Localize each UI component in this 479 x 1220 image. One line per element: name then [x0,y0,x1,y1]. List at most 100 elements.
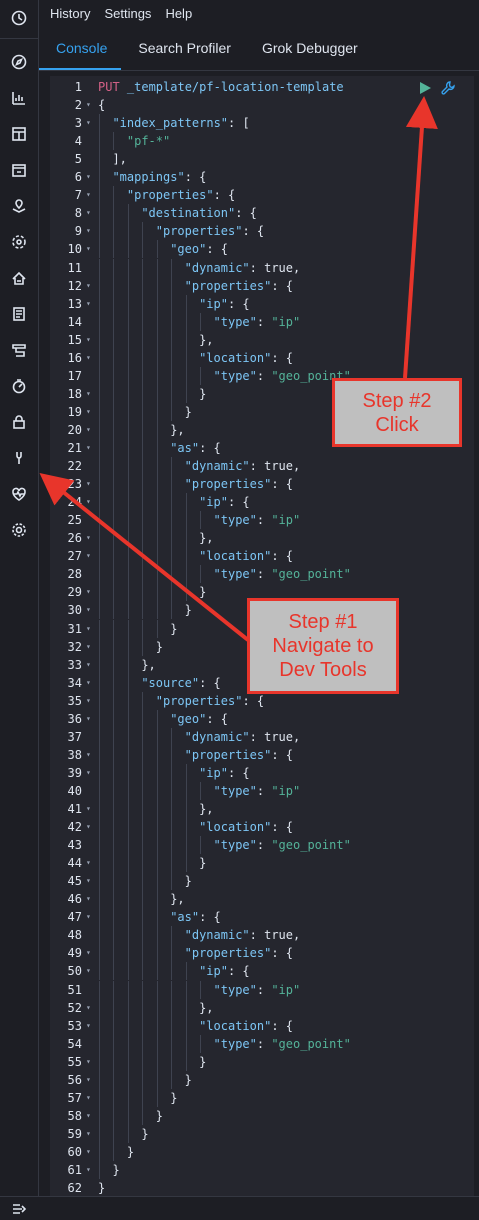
dev-tools-icon[interactable] [9,448,29,468]
uptime-icon[interactable] [9,376,29,396]
tab-console[interactable]: Console [39,30,122,70]
code-line[interactable]: "ip": { [199,962,250,980]
ml-icon[interactable] [9,232,29,252]
code-line[interactable]: }, [170,421,184,439]
fold-toggle-icon[interactable]: ▾ [86,277,94,295]
code-line[interactable]: }, [141,656,155,674]
fold-toggle-icon[interactable]: ▾ [86,493,94,511]
help-link[interactable]: Help [165,6,192,24]
code-line[interactable]: } [185,872,192,890]
fold-toggle-icon[interactable]: ▾ [86,1161,94,1179]
code-line[interactable]: "ip": { [199,493,250,511]
wrench-icon[interactable] [440,80,456,96]
visualize-icon[interactable] [9,88,29,108]
fold-toggle-icon[interactable]: ▾ [86,1107,94,1125]
code-line[interactable]: "as": { [170,908,221,926]
fold-toggle-icon[interactable]: ▾ [86,1053,94,1071]
code-line[interactable]: "mappings": { [112,168,206,186]
fold-toggle-icon[interactable]: ▾ [86,96,94,114]
fold-toggle-icon[interactable]: ▾ [86,114,94,132]
fold-toggle-icon[interactable]: ▾ [86,746,94,764]
code-line[interactable]: }, [199,800,213,818]
code-line[interactable]: }, [170,890,184,908]
history-link[interactable]: History [50,6,90,24]
discover-icon[interactable] [9,52,29,72]
code-line[interactable]: } [127,1143,134,1161]
recent-items[interactable] [0,0,38,39]
fold-toggle-icon[interactable]: ▾ [86,1089,94,1107]
clock-icon[interactable] [9,8,29,28]
code-line[interactable]: "type": "ip" [214,511,301,529]
fold-toggle-icon[interactable]: ▾ [86,439,94,457]
code-line[interactable]: "dynamic": true, [185,259,301,277]
code-line[interactable]: } [199,1053,206,1071]
fold-toggle-icon[interactable]: ▾ [86,800,94,818]
code-line[interactable]: } [112,1161,119,1179]
code-line[interactable]: }, [199,999,213,1017]
code-line[interactable]: "location": { [199,547,293,565]
fold-toggle-icon[interactable]: ▾ [86,186,94,204]
code-line[interactable]: "properties": { [185,944,293,962]
code-line[interactable]: "type": "ip" [214,782,301,800]
code-line[interactable]: ], [112,150,126,168]
fold-toggle-icon[interactable]: ▾ [86,818,94,836]
code-line[interactable]: "location": { [199,349,293,367]
fold-toggle-icon[interactable]: ▾ [86,656,94,674]
fold-toggle-icon[interactable]: ▾ [86,222,94,240]
code-line[interactable]: "ip": { [199,295,250,313]
fold-toggle-icon[interactable]: ▾ [86,674,94,692]
code-line[interactable]: "location": { [199,818,293,836]
code-line[interactable]: } [199,854,206,872]
code-line[interactable]: } [156,638,163,656]
code-line[interactable]: } [199,385,206,403]
fold-toggle-icon[interactable]: ▾ [86,547,94,565]
code-line[interactable]: "properties": { [185,746,293,764]
fold-toggle-icon[interactable]: ▾ [86,331,94,349]
code-line[interactable]: "dynamic": true, [185,457,301,475]
code-line[interactable]: "geo": { [170,710,228,728]
code-line[interactable]: "geo": { [170,240,228,258]
siem-icon[interactable] [9,412,29,432]
fold-toggle-icon[interactable]: ▾ [86,710,94,728]
play-icon[interactable] [418,80,432,94]
code-line[interactable]: "type": "ip" [214,313,301,331]
tab-grok-debugger[interactable]: Grok Debugger [245,30,372,70]
fold-toggle-icon[interactable]: ▾ [86,601,94,619]
code-line[interactable]: "properties": { [127,186,235,204]
code-line[interactable]: } [141,1125,148,1143]
code-line[interactable]: "as": { [170,439,221,457]
monitoring-icon[interactable] [9,484,29,504]
fold-toggle-icon[interactable]: ▾ [86,385,94,403]
code-line[interactable]: "dynamic": true, [185,926,301,944]
fold-toggle-icon[interactable]: ▾ [86,1143,94,1161]
code-line[interactable]: "properties": { [156,692,264,710]
fold-toggle-icon[interactable]: ▾ [86,204,94,222]
code-line[interactable]: { [98,96,105,114]
fold-toggle-icon[interactable]: ▾ [86,999,94,1017]
code-line[interactable]: } [185,403,192,421]
code-line[interactable]: "type": "ip" [214,981,301,999]
fold-toggle-icon[interactable]: ▾ [86,764,94,782]
code-line[interactable]: "type": "geo_point" [214,836,351,854]
fold-toggle-icon[interactable]: ▾ [86,854,94,872]
code-line[interactable]: "properties": { [185,475,293,493]
code-line[interactable]: } [185,601,192,619]
code-line[interactable]: "location": { [199,1017,293,1035]
apm-icon[interactable] [9,340,29,360]
fold-toggle-icon[interactable]: ▾ [86,890,94,908]
code-line[interactable]: "properties": { [185,277,293,295]
code-line[interactable]: } [170,1089,177,1107]
code-line[interactable]: "type": "geo_point" [214,367,351,385]
fold-toggle-icon[interactable]: ▾ [86,529,94,547]
code-line[interactable]: }, [199,331,213,349]
code-line[interactable]: } [156,1107,163,1125]
fold-toggle-icon[interactable]: ▾ [86,944,94,962]
code-line[interactable]: }, [199,529,213,547]
fold-toggle-icon[interactable]: ▾ [86,168,94,186]
fold-toggle-icon[interactable]: ▾ [86,403,94,421]
management-icon[interactable] [9,520,29,540]
code-line[interactable]: "properties": { [156,222,264,240]
fold-toggle-icon[interactable]: ▾ [86,475,94,493]
dashboard-icon[interactable] [9,124,29,144]
code-line[interactable]: "index_patterns": [ [112,114,249,132]
